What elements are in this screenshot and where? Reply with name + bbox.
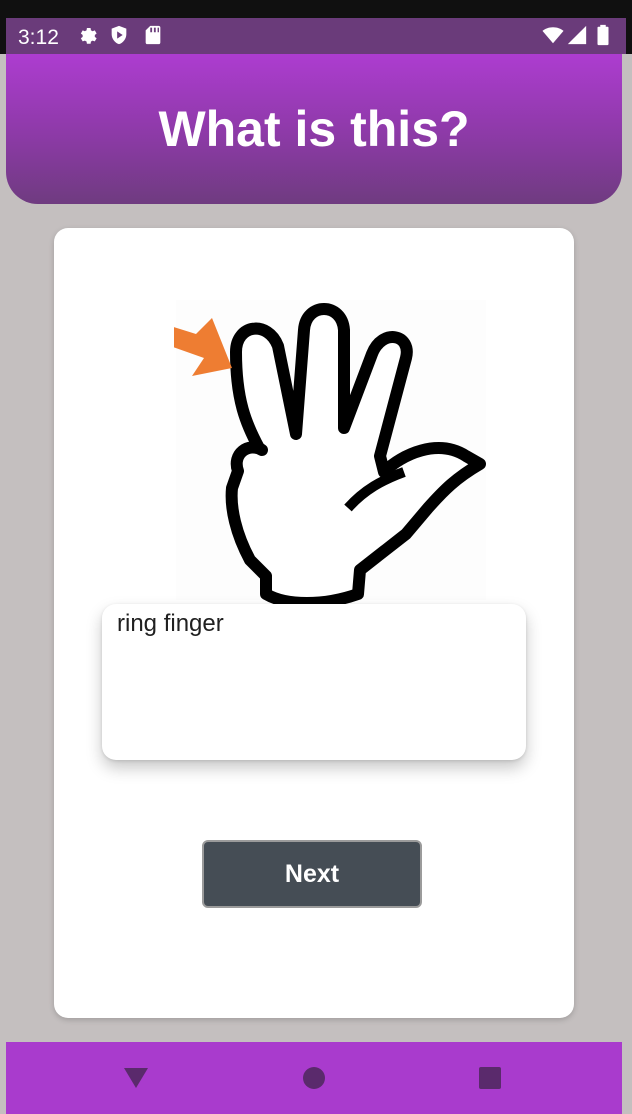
shield-icon	[111, 25, 127, 45]
quiz-card: ring finger Next	[54, 228, 574, 1018]
back-triangle-icon[interactable]	[118, 1060, 154, 1096]
page-title: What is this?	[158, 101, 470, 157]
signal-icon	[567, 25, 587, 45]
status-bar-inner: 3:12	[6, 18, 626, 54]
wifi-icon	[542, 27, 564, 44]
app-screen: 3:12 What is this? ring finger Next	[0, 0, 632, 1114]
navigation-bar	[6, 1042, 622, 1114]
battery-icon	[597, 24, 609, 46]
status-bar: 3:12	[0, 0, 632, 54]
home-circle-icon[interactable]	[296, 1060, 332, 1096]
status-time: 3:12	[18, 26, 59, 49]
answer-text: ring finger	[117, 610, 224, 637]
answer-text-box[interactable]: ring finger	[102, 604, 526, 760]
next-button[interactable]: Next	[202, 840, 422, 908]
recents-square-icon[interactable]	[472, 1060, 508, 1096]
hand-with-arrow-illustration	[174, 300, 486, 608]
header-banner: What is this?	[6, 54, 622, 204]
gear-icon	[80, 28, 97, 44]
sd-card-icon	[145, 25, 161, 45]
